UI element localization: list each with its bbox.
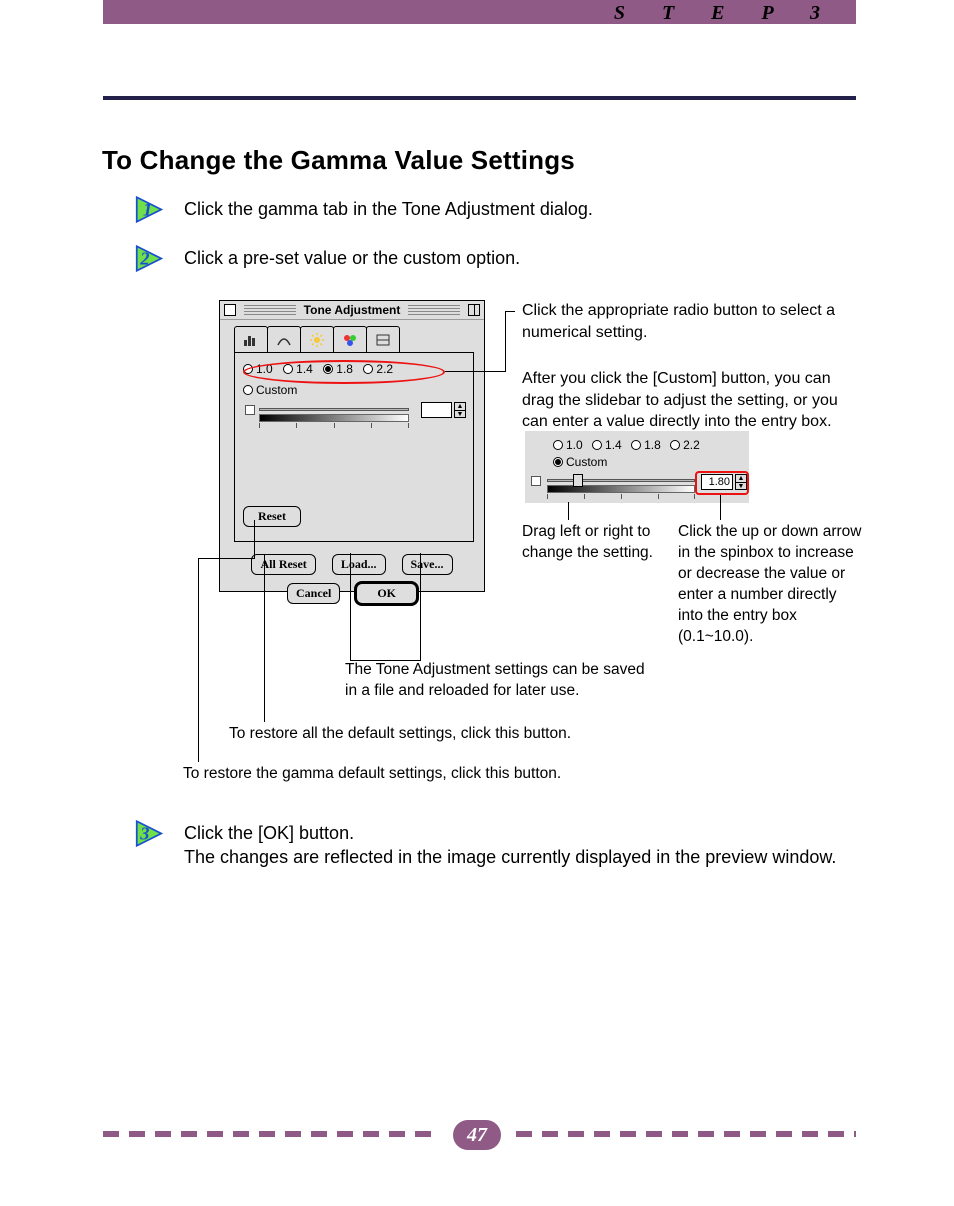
callout-save: The Tone Adjustment settings can be save… bbox=[345, 660, 645, 702]
ok-button[interactable]: OK bbox=[356, 583, 417, 604]
ex-radio-1-8[interactable]: 1.8 bbox=[631, 438, 661, 452]
spin-down-icon[interactable]: ▼ bbox=[455, 411, 465, 418]
gamma-slider[interactable]: ▲▼ bbox=[243, 402, 465, 422]
titlebar-lines bbox=[244, 305, 296, 315]
svg-text:2: 2 bbox=[139, 249, 149, 269]
step-2-text: Click a pre-set value or the custom opti… bbox=[184, 247, 520, 270]
page-number: 47 bbox=[453, 1120, 501, 1150]
reset-button[interactable]: Reset bbox=[243, 506, 301, 527]
ex-radio-2-2[interactable]: 2.2 bbox=[670, 438, 700, 452]
slider-left-icon bbox=[245, 405, 255, 415]
ex-radio-custom[interactable]: Custom bbox=[553, 455, 607, 469]
cancel-button[interactable]: Cancel bbox=[287, 583, 340, 604]
ex-radio-1-0[interactable]: 1.0 bbox=[553, 438, 583, 452]
dialog-tabs bbox=[220, 320, 484, 352]
gamma-entry[interactable] bbox=[421, 402, 452, 418]
tab-gamma[interactable] bbox=[333, 326, 367, 352]
step-3-heading: Click the [OK] button. bbox=[184, 822, 354, 845]
footer-dashes-left bbox=[103, 1131, 439, 1137]
tone-adjustment-dialog: Tone Adjustment 1.0 1.4 1.8 2.2 Custom ▲… bbox=[219, 300, 485, 592]
all-reset-button[interactable]: All Reset bbox=[251, 554, 315, 575]
footer-dashes-right bbox=[516, 1131, 856, 1137]
step-marker-2: 2 bbox=[135, 241, 170, 276]
window-shade-icon[interactable] bbox=[468, 304, 480, 316]
tab-histogram[interactable] bbox=[234, 326, 268, 352]
svg-text:1: 1 bbox=[143, 200, 153, 221]
svg-text:3: 3 bbox=[139, 824, 149, 844]
highlight-rect-entry bbox=[695, 471, 749, 495]
slider-left-icon bbox=[531, 476, 541, 486]
callout-spin: Click the up or down arrow in the spinbo… bbox=[678, 522, 864, 648]
ex-radio-1-4[interactable]: 1.4 bbox=[592, 438, 622, 452]
step-label: S T E P 3 bbox=[614, 2, 836, 25]
dialog-title: Tone Adjustment bbox=[300, 303, 405, 317]
callout-radio-select: Click the appropriate radio button to se… bbox=[522, 300, 842, 343]
slider-thumb[interactable] bbox=[573, 474, 583, 487]
callout-after-custom: After you click the [Custom] button, you… bbox=[522, 368, 842, 433]
page-title: To Change the Gamma Value Settings bbox=[102, 145, 575, 176]
step-1-text: Click the gamma tab in the Tone Adjustme… bbox=[184, 198, 593, 221]
step-marker-1: 1 bbox=[135, 192, 170, 227]
callout-reset: To restore the gamma default settings, c… bbox=[183, 764, 583, 785]
header-bar: S T E P 3 bbox=[103, 0, 856, 24]
gamma-spin[interactable]: ▲▼ bbox=[454, 402, 466, 418]
callout-all-reset: To restore all the default settings, cli… bbox=[229, 724, 629, 745]
close-box-icon[interactable] bbox=[224, 304, 236, 316]
callout-drag: Drag left or right to change the setting… bbox=[522, 522, 672, 564]
dialog-titlebar[interactable]: Tone Adjustment bbox=[220, 301, 484, 320]
highlight-ellipse-radios bbox=[243, 360, 445, 384]
tab-balance[interactable] bbox=[366, 326, 400, 352]
spin-up-icon[interactable]: ▲ bbox=[455, 403, 465, 411]
radio-custom[interactable]: Custom bbox=[243, 383, 297, 397]
load-button[interactable]: Load... bbox=[332, 554, 386, 575]
save-button[interactable]: Save... bbox=[402, 554, 453, 575]
step-3-body: The changes are reflected in the image c… bbox=[184, 846, 844, 869]
header-rule bbox=[103, 96, 856, 100]
titlebar-lines bbox=[408, 305, 460, 315]
step-marker-3: 3 bbox=[135, 816, 170, 851]
tab-brightness[interactable] bbox=[300, 326, 334, 352]
tab-curves[interactable] bbox=[267, 326, 301, 352]
